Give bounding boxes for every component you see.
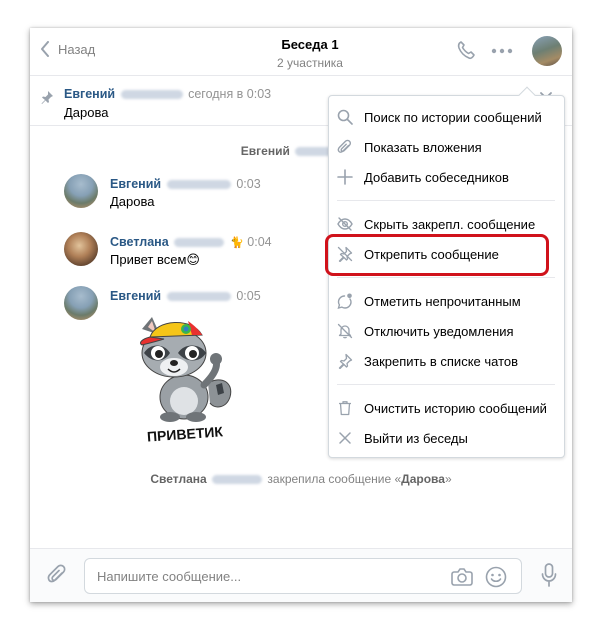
message-text: Привет всем😊 [110, 252, 200, 267]
menu-item-search-history[interactable]: Поиск по истории сообщений [329, 102, 564, 132]
menu-item-label: Добавить собеседников [364, 170, 509, 185]
chat-title: Беседа 1 [281, 37, 339, 52]
chat-avatar[interactable] [532, 36, 562, 66]
menu-divider [337, 384, 555, 385]
trash-icon [339, 401, 351, 416]
menu-item-label: Скрыть закрепл. сообщение [364, 217, 536, 232]
blurred-surname [174, 238, 225, 248]
service-action: закрепила сообщение « [267, 472, 402, 486]
back-button[interactable]: Назад [40, 41, 95, 57]
chat-actions-menu: Поиск по истории сообщений Показать влож… [328, 86, 565, 458]
menu-item-label: Отключить уведомления [364, 324, 514, 339]
menu-item-label: Показать вложения [364, 140, 482, 155]
plus-icon [337, 169, 353, 185]
composer [30, 548, 572, 602]
message-text: Дарова [110, 194, 155, 209]
blurred-surname [212, 475, 263, 485]
menu-item-add-members[interactable]: Добавить собеседников [329, 162, 564, 192]
message-time: 0:04 [247, 235, 272, 249]
message-author[interactable]: Евгений [110, 177, 161, 191]
pinned-text: Дарова [64, 105, 109, 120]
menu-divider [337, 277, 555, 278]
more-icon[interactable] [491, 48, 513, 54]
chat-header: Назад Беседа 1 2 участника [30, 28, 572, 76]
blurred-surname [120, 90, 183, 100]
phone-icon[interactable] [456, 40, 476, 60]
participants-count: 2 участника [277, 56, 343, 70]
chat-window: Назад Беседа 1 2 участника Евгений сегод… [30, 28, 572, 602]
menu-divider [337, 200, 555, 201]
close-icon [339, 432, 351, 444]
paperclip-icon [337, 139, 352, 153]
bell-off-icon [337, 323, 353, 339]
message-input[interactable] [97, 567, 437, 585]
menu-item-label: Поиск по истории сообщений [364, 110, 542, 125]
menu-item-mute-notifications[interactable]: Отключить уведомления [329, 316, 564, 346]
author-emoji: 🐈 [229, 237, 244, 249]
message-time: 0:05 [236, 289, 261, 303]
menu-item-pin-in-chat-list[interactable]: Закрепить в списке чатов [329, 346, 564, 376]
pinned-author[interactable]: Евгений [64, 87, 115, 101]
blurred-surname [166, 180, 231, 190]
avatar[interactable] [64, 174, 98, 208]
menu-item-label: Закрепить в списке чатов [364, 354, 519, 369]
message-time: 0:03 [236, 177, 261, 191]
service-pinned-link[interactable]: Дарова [401, 472, 445, 486]
unread-icon [337, 293, 352, 309]
message-author[interactable]: Евгений [110, 289, 161, 303]
highlight-frame [325, 234, 549, 276]
blurred-surname [166, 292, 231, 302]
menu-item-label: Отметить непрочитанным [364, 294, 521, 309]
avatar[interactable] [64, 232, 98, 266]
service-author[interactable]: Евгений [241, 144, 290, 158]
pin-icon [338, 353, 353, 369]
microphone-icon[interactable] [541, 563, 557, 587]
avatar[interactable] [64, 286, 98, 320]
menu-item-clear-history[interactable]: Очистить историю сообщений [329, 393, 564, 423]
paperclip-icon[interactable] [47, 564, 67, 586]
service-tail: » [444, 472, 452, 486]
menu-item-show-attachments[interactable]: Показать вложения [329, 132, 564, 162]
chevron-left-icon [41, 41, 49, 57]
camera-icon[interactable] [451, 567, 473, 587]
pin-icon [41, 91, 53, 104]
eye-off-icon [337, 217, 353, 231]
menu-item-label: Выйти из беседы [364, 431, 468, 446]
emoji-icon[interactable] [485, 566, 507, 588]
menu-item-label: Очистить историю сообщений [364, 401, 547, 416]
message-input-box [84, 558, 522, 594]
sticker-caption: ПРИВЕТИК [146, 423, 223, 443]
service-message: Светлана закрепила сообщение «Дарова» [30, 472, 572, 486]
service-author[interactable]: Светлана [150, 472, 206, 486]
message-author[interactable]: Светлана [110, 235, 169, 249]
search-icon [337, 109, 353, 125]
pinned-time: сегодня в 0:03 [188, 87, 272, 101]
menu-item-leave-chat[interactable]: Выйти из беседы [329, 423, 564, 453]
back-label: Назад [58, 41, 96, 57]
menu-item-mark-unread[interactable]: Отметить непрочитанным [329, 286, 564, 316]
chat-title-block[interactable]: Беседа 1 2 участника [230, 37, 390, 70]
raccoon-sticker[interactable]: ПРИВЕТИК [130, 313, 240, 443]
